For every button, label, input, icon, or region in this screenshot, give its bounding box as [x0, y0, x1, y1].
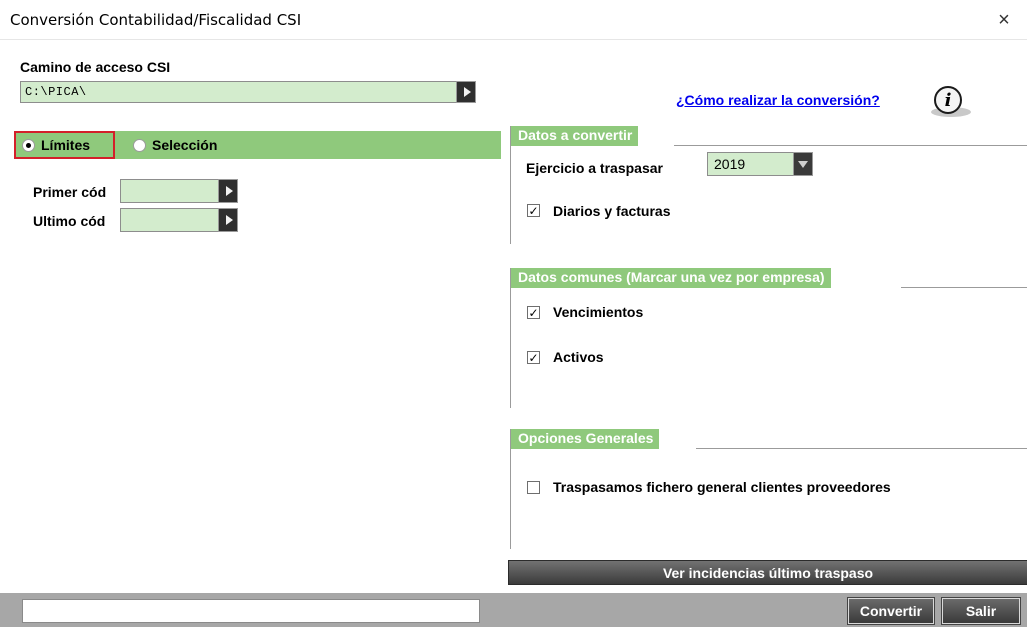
first-code-label: Primer cód — [33, 184, 107, 200]
radio-seleccion[interactable]: Selección — [133, 131, 217, 159]
datos-convertir-title: Datos a convertir — [511, 126, 639, 146]
datos-comunes-title: Datos comunes (Marcar una vez por empres… — [511, 268, 831, 288]
play-arrow-icon — [463, 87, 471, 97]
datos-comunes-group: Datos comunes (Marcar una vez por empres… — [510, 268, 1027, 408]
first-code-input[interactable] — [120, 179, 218, 203]
close-icon: × — [998, 8, 1010, 31]
activos-checkbox[interactable]: ✓ — [527, 351, 540, 364]
radio-icon-selected — [22, 138, 35, 152]
help-link[interactable]: ¿Cómo realizar la conversión? — [676, 92, 880, 108]
radio-limites-label: Límites — [41, 137, 91, 153]
last-code-input[interactable] — [120, 208, 218, 232]
play-arrow-icon — [225, 215, 233, 225]
path-input[interactable]: C:\PICA\ — [20, 81, 456, 103]
checkmark-icon: ✓ — [528, 350, 539, 365]
last-code-browse-button[interactable] — [218, 208, 238, 232]
path-label: Camino de acceso CSI — [20, 59, 171, 75]
close-button[interactable]: × — [981, 0, 1027, 40]
view-incidents-button[interactable]: Ver incidencias último traspaso — [508, 560, 1027, 585]
ejercicio-select[interactable]: 2019 — [707, 152, 793, 176]
info-icon[interactable]: i — [928, 84, 974, 118]
group-divider — [901, 287, 1027, 288]
traspasamos-label: Traspasamos fichero general clientes pro… — [553, 479, 891, 495]
radio-icon — [133, 138, 146, 152]
svg-text:i: i — [945, 90, 952, 111]
diarios-label: Diarios y facturas — [553, 203, 671, 219]
chevron-down-icon — [798, 160, 808, 168]
group-divider — [674, 145, 1027, 146]
status-field — [22, 599, 480, 623]
salir-button[interactable]: Salir — [941, 597, 1021, 625]
ejercicio-label: Ejercicio a traspasar — [526, 160, 663, 176]
radio-limites[interactable]: Límites — [14, 131, 115, 159]
convertir-button[interactable]: Convertir — [847, 597, 935, 625]
first-code-browse-button[interactable] — [218, 179, 238, 203]
radio-seleccion-label: Selección — [152, 137, 218, 153]
opciones-title: Opciones Generales — [511, 429, 660, 449]
vencimientos-label: Vencimientos — [553, 304, 644, 320]
title-bar: Conversión Contabilidad/Fiscalidad CSI × — [0, 0, 1027, 40]
ejercicio-dropdown-button[interactable] — [793, 152, 813, 176]
path-browse-button[interactable] — [456, 81, 476, 103]
last-code-label: Ultimo cód — [33, 213, 106, 229]
checkmark-icon: ✓ — [528, 305, 539, 320]
diarios-checkbox[interactable]: ✓ — [527, 204, 540, 217]
group-divider — [696, 448, 1027, 449]
traspasamos-checkbox[interactable] — [527, 481, 540, 494]
vencimientos-checkbox[interactable]: ✓ — [527, 306, 540, 319]
activos-label: Activos — [553, 349, 604, 365]
datos-convertir-group: Datos a convertir — [510, 126, 1027, 244]
play-arrow-icon — [225, 186, 233, 196]
checkmark-icon: ✓ — [528, 203, 539, 218]
window-title: Conversión Contabilidad/Fiscalidad CSI — [10, 11, 302, 29]
